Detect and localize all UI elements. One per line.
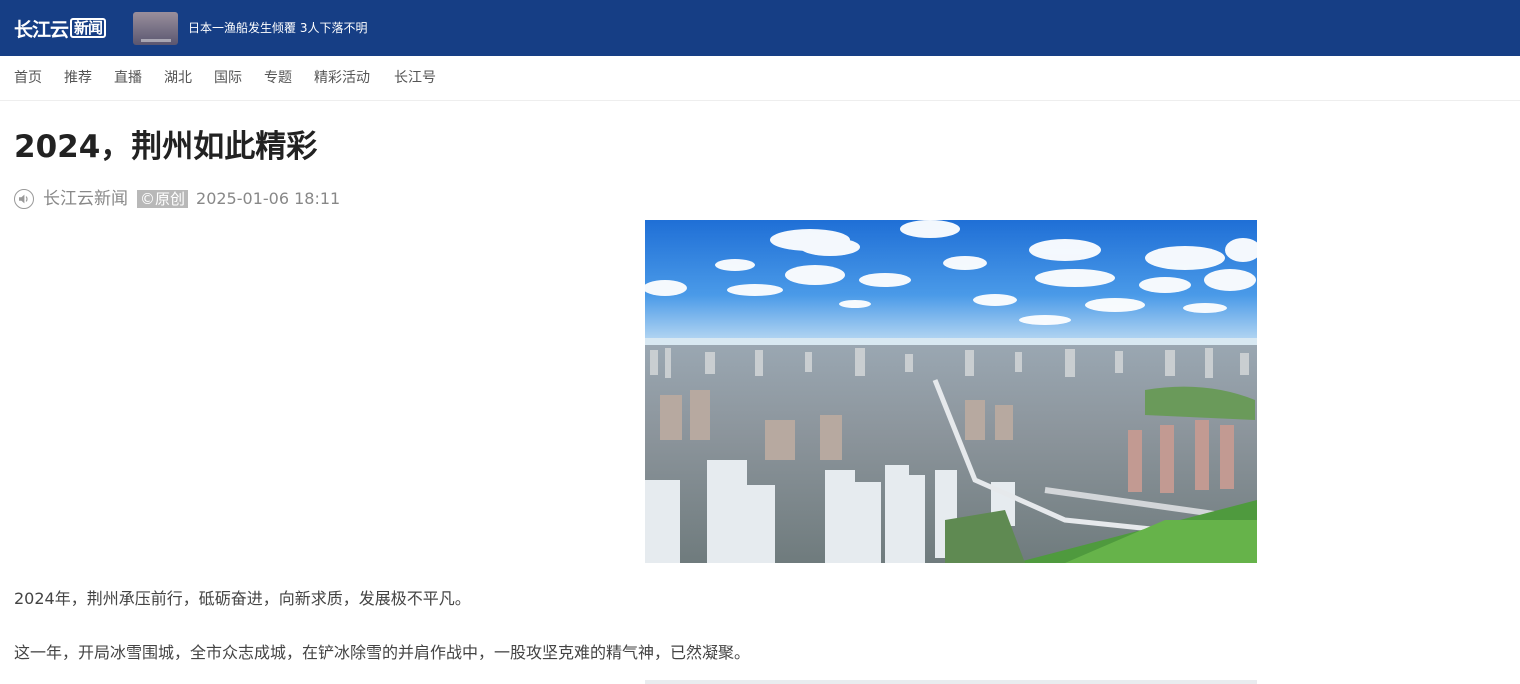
nav-item-home[interactable]: 首页: [14, 69, 42, 87]
site-logo[interactable]: 长江云 新闻: [14, 17, 107, 41]
publish-time: 2025-01-06 18:11: [196, 189, 341, 208]
article-hero-image: [645, 220, 1257, 563]
original-badge: ©原创: [137, 190, 189, 208]
article-paragraph-2: 这一年，开局冰雪围城，全市众志成城，在铲冰除雪的并肩作战中，一股攻坚克难的精气神…: [14, 643, 751, 662]
nav-item-events[interactable]: 精彩活动: [314, 69, 370, 87]
article-paragraph-1: 2024年，荆州承压前行，砥砺奋进，向新求质，发展极不平凡。: [14, 589, 471, 608]
main-nav: 首页 推荐 直播 湖北 国际 专题 精彩活动 长江号: [0, 56, 1520, 101]
article-title: 2024，荆州如此精彩: [14, 129, 318, 165]
nav-item-recommend[interactable]: 推荐: [64, 69, 92, 87]
headline-thumbnail[interactable]: [133, 12, 178, 45]
headline-link[interactable]: 日本一渔船发生倾覆 3人下落不明: [188, 20, 367, 36]
logo-text: 长江云: [14, 18, 69, 41]
nav-item-hubei[interactable]: 湖北: [164, 69, 192, 87]
nav-item-live[interactable]: 直播: [114, 69, 142, 87]
top-header: 长江云 新闻 日本一渔船发生倾覆 3人下落不明: [0, 0, 1520, 56]
speaker-icon[interactable]: [14, 189, 34, 209]
logo-box-text: 新闻: [70, 18, 107, 38]
nav-item-topics[interactable]: 专题: [264, 69, 292, 87]
article-meta: 长江云新闻 ©原创 2025-01-06 18:11: [14, 188, 340, 210]
article-source[interactable]: 长江云新闻: [43, 188, 128, 210]
nav-item-international[interactable]: 国际: [214, 69, 242, 87]
next-image-edge: [645, 680, 1257, 684]
nav-item-changjiang-hao[interactable]: 长江号: [394, 69, 436, 87]
